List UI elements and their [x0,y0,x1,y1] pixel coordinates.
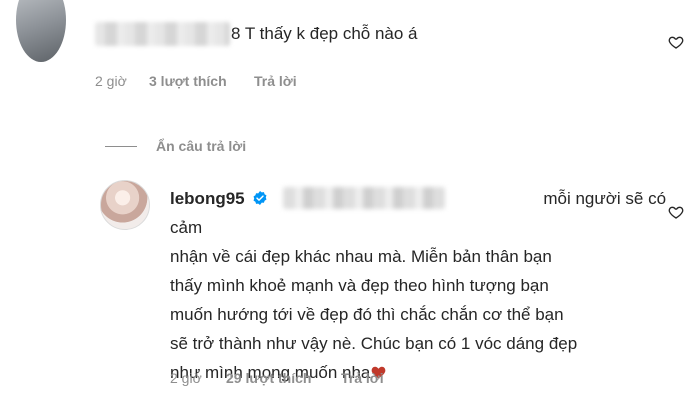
reply-text-2: nhận về cái đẹp khác nhau mà. Miễn bản t… [170,247,552,266]
blurred-username [95,22,230,46]
reply-avatar[interactable] [100,180,150,230]
reply-body: lebong95 mỗi người sẽ có cảm nhận về cái… [170,184,690,387]
comment-time: 2 giờ [95,73,127,89]
comment-reply-button[interactable]: Trả lời [254,73,297,89]
commenter-avatar[interactable] [16,0,66,62]
comment-likes[interactable]: 3 lượt thích [149,73,227,89]
reply-username[interactable]: lebong95 [170,189,245,208]
hide-replies-button[interactable]: Ẩn câu trả lời [156,138,246,154]
comment-text: 8 T thấy k đẹp chỗ nào á [231,24,418,43]
reply-text-3: thấy mình khoẻ mạnh và đẹp theo hình tượ… [170,276,549,295]
reply-text-5: sẽ trở thành như vậy nè. Chúc bạn có 1 v… [170,334,578,353]
reply-line-1: lebong95 mỗi người sẽ có cảm [170,184,690,242]
reply-heart-icon[interactable] [668,204,684,220]
reply-reply-button[interactable]: Trả lời [341,370,384,386]
reply-text-4: muốn hướng tới về đẹp đó thì chắc chắn c… [170,305,564,324]
reply-thread-line [105,146,137,147]
reply-text-1: mỗi người sẽ có cảm [170,189,667,237]
reply-time: 2 giờ [170,370,202,386]
reply-likes[interactable]: 29 lượt thích [226,370,311,386]
heart-outline-icon[interactable] [668,34,684,50]
verified-badge-icon [253,191,267,205]
